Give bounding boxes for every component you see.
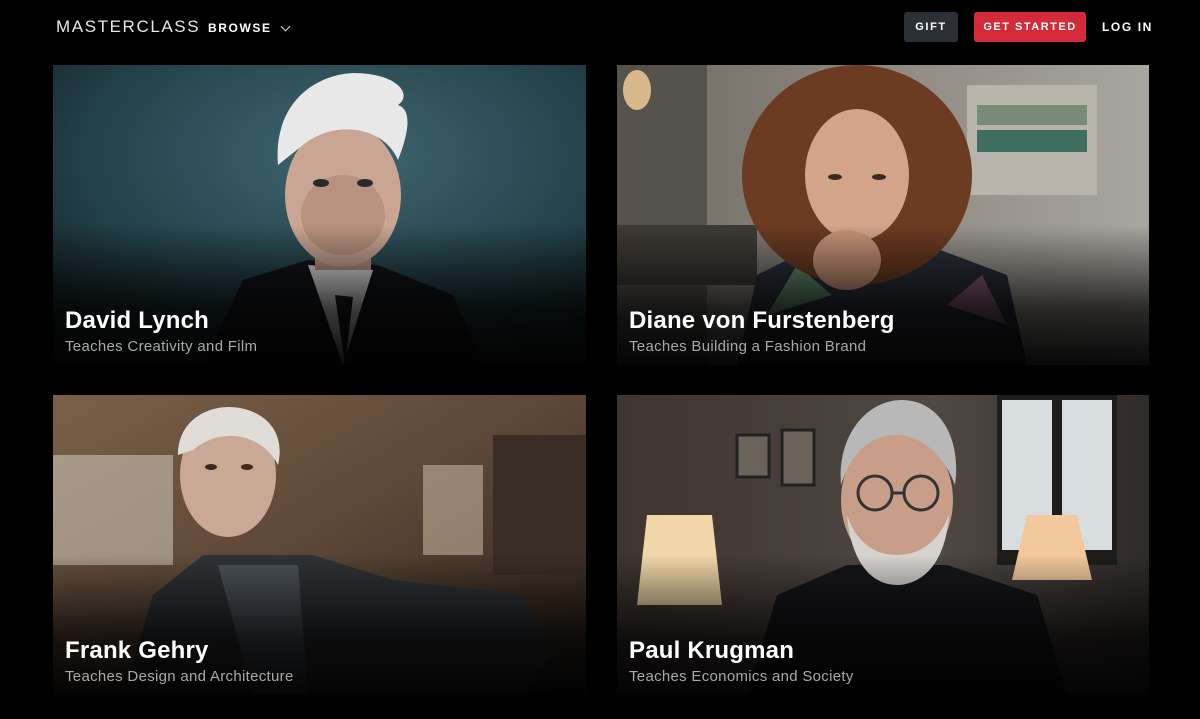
instructor-subject: Teaches Economics and Society: [629, 668, 854, 685]
instructor-name: Frank Gehry: [65, 637, 209, 664]
gift-button[interactable]: GIFT: [904, 12, 958, 42]
instructor-name: Diane von Furstenberg: [629, 307, 895, 334]
instructor-card-frank-gehry[interactable]: Frank Gehry Teaches Design and Architect…: [53, 395, 586, 695]
instructor-subject: Teaches Creativity and Film: [65, 338, 258, 355]
page: MASTERCLASS BROWSE GIFT GET STARTED LOG …: [0, 0, 1200, 719]
top-nav: MASTERCLASS BROWSE GIFT GET STARTED LOG …: [0, 0, 1200, 58]
instructor-name: Paul Krugman: [629, 637, 795, 664]
login-link[interactable]: LOG IN: [1102, 20, 1153, 34]
browse-label: BROWSE: [208, 21, 272, 35]
instructor-name: David Lynch: [65, 307, 210, 334]
instructor-subject: Teaches Design and Architecture: [65, 668, 294, 685]
instructor-card-paul-krugman[interactable]: Paul Krugman Teaches Economics and Socie…: [617, 395, 1149, 695]
get-started-button[interactable]: GET STARTED: [974, 12, 1086, 42]
chevron-down-icon: [280, 21, 291, 31]
browse-menu-button[interactable]: BROWSE: [208, 21, 291, 35]
masterclass-logo[interactable]: MASTERCLASS: [56, 17, 200, 37]
instructor-card-diane-von-furstenberg[interactable]: Diane von Furstenberg Teaches Building a…: [617, 65, 1149, 365]
instructor-card-david-lynch[interactable]: David Lynch Teaches Creativity and Film: [53, 65, 586, 365]
instructor-subject: Teaches Building a Fashion Brand: [629, 338, 867, 355]
